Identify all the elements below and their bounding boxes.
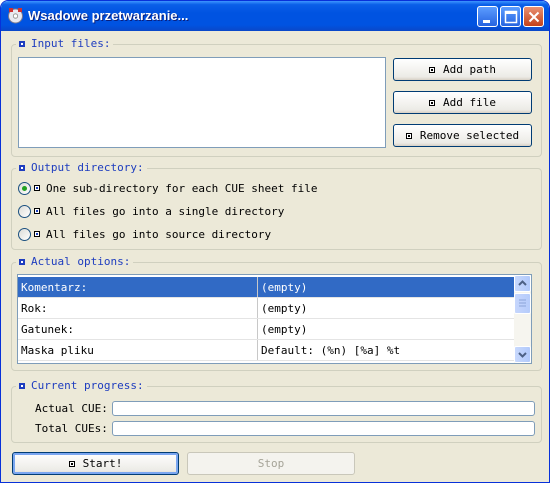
bullet-icon <box>429 99 435 106</box>
title-bar[interactable]: Wsadowe przetwarzanie... <box>1 1 549 31</box>
radio-label: All files go into a single directory <box>46 204 285 218</box>
add-path-button[interactable]: Add path <box>393 58 532 81</box>
start-button[interactable]: Start! <box>12 452 179 475</box>
bullet-icon <box>405 132 412 139</box>
option-value[interactable]: Default: (%n) [%a] %t <box>258 340 515 360</box>
maximize-icon <box>504 10 518 24</box>
total-cues-label: Total CUEs: <box>35 422 108 435</box>
stop-label: Stop <box>257 457 285 470</box>
remove-selected-label: Remove selected <box>419 129 520 142</box>
add-path-label: Add path <box>443 63 496 76</box>
current-progress-legend-text: Current progress: <box>31 379 144 392</box>
option-value[interactable]: (empty) <box>258 319 515 339</box>
grid-row[interactable]: Maska pliku Default: (%n) [%a] %t <box>18 340 515 361</box>
grid-row[interactable]: Gatunek: (empty) <box>18 319 515 340</box>
grid-row[interactable]: Rok: (empty) <box>18 298 515 319</box>
actual-cue-label: Actual CUE: <box>35 402 108 415</box>
minimize-button[interactable] <box>477 6 498 27</box>
bullet-icon <box>19 164 25 171</box>
close-button[interactable] <box>523 6 544 27</box>
bullet-icon <box>19 40 25 47</box>
option-key: Rok: <box>18 298 258 318</box>
grid-row[interactable]: Komentarz: (empty) <box>18 277 515 298</box>
current-progress-legend: Current progress: <box>16 379 147 392</box>
input-files-list[interactable] <box>18 57 386 148</box>
bullet-icon <box>34 231 40 237</box>
scroll-up-button[interactable] <box>514 275 531 292</box>
bullet-icon <box>34 185 40 191</box>
bullet-icon <box>68 460 75 467</box>
bullet-icon <box>19 382 25 389</box>
window-title: Wsadowe przetwarzanie... <box>28 8 189 23</box>
options-grid[interactable]: Komentarz: (empty) Rok: (empty) Gatunek:… <box>17 274 532 364</box>
option-key: Gatunek: <box>18 319 258 339</box>
vertical-scrollbar[interactable] <box>514 275 531 363</box>
output-directory-legend: Output directory: <box>16 161 147 174</box>
radio-source-directory[interactable]: All files go into source directory <box>18 226 271 242</box>
actual-cue-progress-bar <box>112 401 535 416</box>
option-key: Maska pliku <box>18 340 258 360</box>
radio-sub-directory-per-cue[interactable]: One sub-directory for each CUE sheet fil… <box>18 180 318 196</box>
total-cues-progress-bar <box>112 421 535 436</box>
stop-button[interactable]: Stop <box>187 452 355 475</box>
cd-app-icon[interactable] <box>7 7 24 24</box>
close-icon <box>528 11 540 23</box>
radio-button[interactable] <box>18 204 31 218</box>
start-label: Start! <box>82 457 123 470</box>
chevron-up-icon <box>518 280 527 286</box>
option-key: Komentarz: <box>18 277 258 297</box>
actual-options-legend-text: Actual options: <box>31 255 131 268</box>
maximize-button[interactable] <box>500 6 521 27</box>
batch-processing-window: Wsadowe przetwarzanie... Input files: Ad… <box>0 0 550 483</box>
output-directory-legend-text: Output directory: <box>31 161 144 174</box>
add-file-button[interactable]: Add file <box>393 91 532 114</box>
actual-options-legend: Actual options: <box>16 255 134 268</box>
radio-button[interactable] <box>18 227 31 241</box>
add-file-label: Add file <box>443 96 496 109</box>
radio-label: One sub-directory for each CUE sheet fil… <box>46 181 318 195</box>
radio-button-checked[interactable] <box>18 181 31 195</box>
grip-icon <box>519 299 526 307</box>
scroll-down-button[interactable] <box>514 346 531 363</box>
option-value[interactable]: (empty) <box>258 277 515 297</box>
bullet-icon <box>34 208 40 214</box>
radio-label: All files go into source directory <box>46 227 272 241</box>
bullet-icon <box>19 258 25 265</box>
bullet-icon <box>429 66 435 73</box>
minimize-icon <box>483 20 490 23</box>
chevron-down-icon <box>518 352 527 358</box>
remove-selected-button[interactable]: Remove selected <box>393 124 532 147</box>
input-files-legend-text: Input files: <box>31 37 111 50</box>
scroll-thumb[interactable] <box>514 293 531 314</box>
radio-single-directory[interactable]: All files go into a single directory <box>18 203 284 219</box>
option-value[interactable]: (empty) <box>258 298 515 318</box>
input-files-legend: Input files: <box>16 37 114 50</box>
